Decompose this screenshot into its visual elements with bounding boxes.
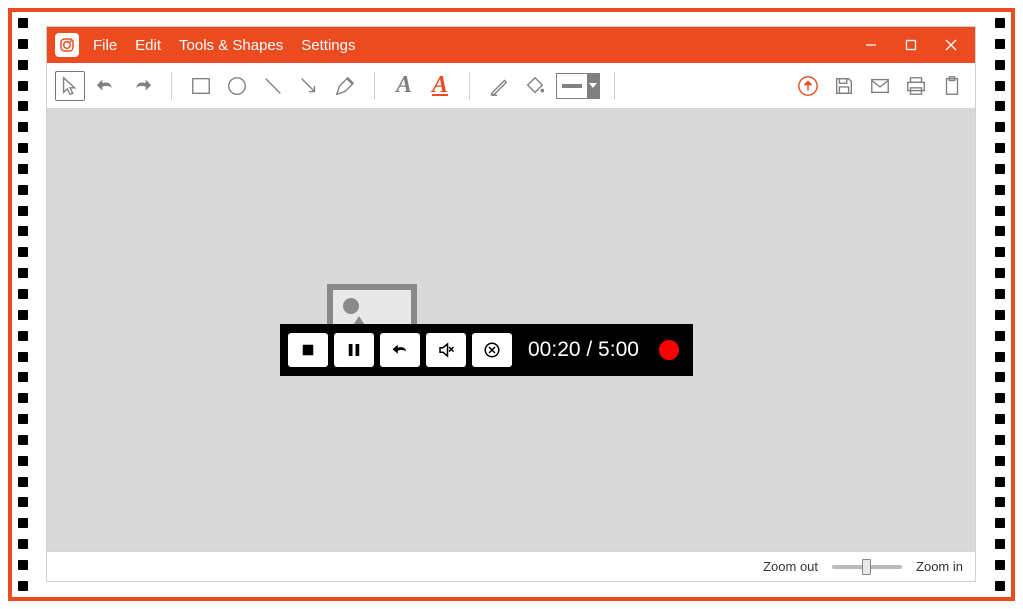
cancel-button[interactable] <box>472 333 512 367</box>
upload-button[interactable] <box>793 71 823 101</box>
line-tool[interactable] <box>258 71 288 101</box>
fill-tool[interactable] <box>520 71 550 101</box>
menu-file[interactable]: File <box>93 37 117 54</box>
separator <box>614 72 615 100</box>
highlighter-tool[interactable] <box>484 71 514 101</box>
print-button[interactable] <box>901 71 931 101</box>
zoom-in-label[interactable]: Zoom in <box>916 559 963 574</box>
window-controls <box>851 27 971 63</box>
recorder-bar: 00:20 / 5:00 <box>280 324 693 376</box>
menubar: File Edit Tools & Shapes Settings <box>93 37 355 54</box>
recorder-undo-button[interactable] <box>380 333 420 367</box>
zoom-slider[interactable] <box>832 565 902 569</box>
menu-tools-shapes[interactable]: Tools & Shapes <box>179 37 283 54</box>
toolbar: A A <box>47 63 975 109</box>
maximize-button[interactable] <box>891 27 931 63</box>
recording-indicator-icon <box>659 340 679 360</box>
menu-settings[interactable]: Settings <box>301 37 355 54</box>
line-weight-dropdown[interactable] <box>556 73 600 99</box>
titlebar: File Edit Tools & Shapes Settings <box>47 27 975 63</box>
separator <box>469 72 470 100</box>
recorder-time: 00:20 / 5:00 <box>528 338 639 362</box>
pause-button[interactable] <box>334 333 374 367</box>
circle-tool[interactable] <box>222 71 252 101</box>
close-button[interactable] <box>931 27 971 63</box>
zoom-slider-thumb[interactable] <box>862 559 871 575</box>
chevron-down-icon <box>587 74 599 98</box>
menu-edit[interactable]: Edit <box>135 37 161 54</box>
canvas-area[interactable]: 00:20 / 5:00 <box>47 109 975 551</box>
email-button[interactable] <box>865 71 895 101</box>
mute-button[interactable] <box>426 333 466 367</box>
redo-button[interactable] <box>127 71 157 101</box>
film-holes-left <box>18 12 28 597</box>
zoom-out-label[interactable]: Zoom out <box>763 559 818 574</box>
line-weight-icon <box>562 84 582 88</box>
text-underline-tool[interactable]: A <box>425 71 455 101</box>
separator <box>171 72 172 100</box>
film-holes-right <box>995 12 1005 597</box>
pen-tool[interactable] <box>330 71 360 101</box>
clipboard-button[interactable] <box>937 71 967 101</box>
text-tool[interactable]: A <box>389 71 419 101</box>
save-button[interactable] <box>829 71 859 101</box>
arrow-tool[interactable] <box>294 71 324 101</box>
app-window: File Edit Tools & Shapes Settings <box>46 26 976 582</box>
separator <box>374 72 375 100</box>
stop-button[interactable] <box>288 333 328 367</box>
statusbar: Zoom out Zoom in <box>47 551 975 581</box>
undo-button[interactable] <box>91 71 121 101</box>
cursor-tool[interactable] <box>55 71 85 101</box>
rectangle-tool[interactable] <box>186 71 216 101</box>
app-logo-icon <box>55 33 79 57</box>
minimize-button[interactable] <box>851 27 891 63</box>
